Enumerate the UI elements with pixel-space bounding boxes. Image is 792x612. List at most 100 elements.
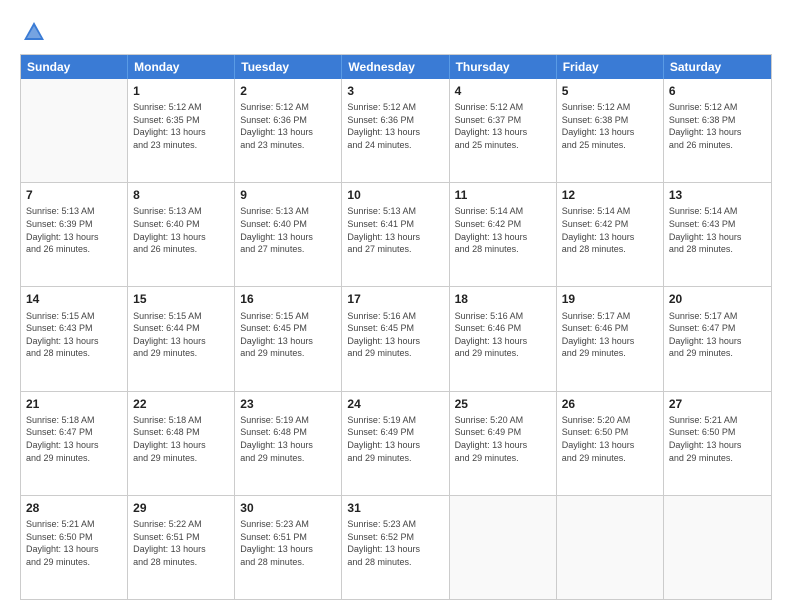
day-number: 9	[240, 187, 336, 203]
calendar-body: 1 Sunrise: 5:12 AM Sunset: 6:35 PM Daylig…	[21, 79, 771, 599]
calendar-row: 14 Sunrise: 5:15 AM Sunset: 6:43 PM Dayli…	[21, 287, 771, 391]
cell-info: Sunrise: 5:17 AM Sunset: 6:47 PM Dayligh…	[669, 310, 766, 360]
calendar-cell: 19Sunrise: 5:17 AM Sunset: 6:46 PM Dayli…	[557, 287, 664, 390]
header-cell-wednesday: Wednesday	[342, 55, 449, 79]
calendar-cell: 15 Sunrise: 5:15 AM Sunset: 6:44 PM Dayli…	[128, 287, 235, 390]
calendar-cell: 24 Sunrise: 5:19 AM Sunset: 6:49 PM Dayli…	[342, 392, 449, 495]
cell-info: Sunrise: 5:12 AM Sunset: 6:38 PM Dayligh…	[562, 101, 658, 151]
calendar-cell: 4 Sunrise: 5:12 AM Sunset: 6:37 PM Daylig…	[450, 79, 557, 182]
day-number: 16	[240, 291, 336, 307]
calendar-cell: 21 Sunrise: 5:18 AM Sunset: 6:47 PM Dayli…	[21, 392, 128, 495]
day-number: 29	[133, 500, 229, 516]
calendar-cell: 5 Sunrise: 5:12 AM Sunset: 6:38 PM Daylig…	[557, 79, 664, 182]
header-cell-saturday: Saturday	[664, 55, 771, 79]
day-number: 30	[240, 500, 336, 516]
calendar-header: SundayMondayTuesdayWednesdayThursdayFrid…	[21, 55, 771, 79]
cell-info: Sunrise: 5:21 AM Sunset: 6:50 PM Dayligh…	[669, 414, 766, 464]
calendar-cell: 12 Sunrise: 5:14 AM Sunset: 6:42 PM Dayli…	[557, 183, 664, 286]
calendar-cell: 3Sunrise: 5:12 AM Sunset: 6:36 PM Daylig…	[342, 79, 449, 182]
day-number: 4	[455, 83, 551, 99]
cell-info: Sunrise: 5:13 AM Sunset: 6:40 PM Dayligh…	[133, 205, 229, 255]
cell-info: Sunrise: 5:22 AM Sunset: 6:51 PM Dayligh…	[133, 518, 229, 568]
day-number: 20	[669, 291, 766, 307]
calendar-cell: 9 Sunrise: 5:13 AM Sunset: 6:40 PM Daylig…	[235, 183, 342, 286]
day-number: 13	[669, 187, 766, 203]
calendar-cell: 28 Sunrise: 5:21 AM Sunset: 6:50 PM Dayli…	[21, 496, 128, 599]
day-number: 25	[455, 396, 551, 412]
day-number: 14	[26, 291, 122, 307]
cell-info: Sunrise: 5:15 AM Sunset: 6:45 PM Dayligh…	[240, 310, 336, 360]
calendar-cell: 29 Sunrise: 5:22 AM Sunset: 6:51 PM Dayli…	[128, 496, 235, 599]
day-number: 26	[562, 396, 658, 412]
cell-info: Sunrise: 5:19 AM Sunset: 6:49 PM Dayligh…	[347, 414, 443, 464]
day-number: 24	[347, 396, 443, 412]
header-cell-monday: Monday	[128, 55, 235, 79]
calendar-cell: 22Sunrise: 5:18 AM Sunset: 6:48 PM Dayli…	[128, 392, 235, 495]
calendar-cell: 7Sunrise: 5:13 AM Sunset: 6:39 PM Daylig…	[21, 183, 128, 286]
day-number: 1	[133, 83, 229, 99]
cell-info: Sunrise: 5:15 AM Sunset: 6:44 PM Dayligh…	[133, 310, 229, 360]
calendar: SundayMondayTuesdayWednesdayThursdayFrid…	[20, 54, 772, 600]
cell-info: Sunrise: 5:14 AM Sunset: 6:43 PM Dayligh…	[669, 205, 766, 255]
calendar-cell: 11 Sunrise: 5:14 AM Sunset: 6:42 PM Dayli…	[450, 183, 557, 286]
cell-info: Sunrise: 5:18 AM Sunset: 6:48 PM Dayligh…	[133, 414, 229, 464]
calendar-cell: 27 Sunrise: 5:21 AM Sunset: 6:50 PM Dayli…	[664, 392, 771, 495]
cell-info: Sunrise: 5:23 AM Sunset: 6:52 PM Dayligh…	[347, 518, 443, 568]
calendar-cell: 16 Sunrise: 5:15 AM Sunset: 6:45 PM Dayli…	[235, 287, 342, 390]
cell-info: Sunrise: 5:23 AM Sunset: 6:51 PM Dayligh…	[240, 518, 336, 568]
calendar-row: 28 Sunrise: 5:21 AM Sunset: 6:50 PM Dayli…	[21, 496, 771, 599]
cell-info: Sunrise: 5:18 AM Sunset: 6:47 PM Dayligh…	[26, 414, 122, 464]
day-number: 21	[26, 396, 122, 412]
calendar-row: 1 Sunrise: 5:12 AM Sunset: 6:35 PM Daylig…	[21, 79, 771, 183]
day-number: 10	[347, 187, 443, 203]
cell-info: Sunrise: 5:17 AM Sunset: 6:46 PM Dayligh…	[562, 310, 658, 360]
day-number: 23	[240, 396, 336, 412]
cell-info: Sunrise: 5:21 AM Sunset: 6:50 PM Dayligh…	[26, 518, 122, 568]
header-cell-thursday: Thursday	[450, 55, 557, 79]
calendar-cell: 2Sunrise: 5:12 AM Sunset: 6:36 PM Daylig…	[235, 79, 342, 182]
page: SundayMondayTuesdayWednesdayThursdayFrid…	[0, 0, 792, 612]
logo-icon	[20, 18, 48, 46]
logo	[20, 18, 52, 46]
day-number: 28	[26, 500, 122, 516]
cell-info: Sunrise: 5:12 AM Sunset: 6:37 PM Dayligh…	[455, 101, 551, 151]
calendar-row: 21 Sunrise: 5:18 AM Sunset: 6:47 PM Dayli…	[21, 392, 771, 496]
calendar-cell: 10 Sunrise: 5:13 AM Sunset: 6:41 PM Dayli…	[342, 183, 449, 286]
calendar-cell: 1 Sunrise: 5:12 AM Sunset: 6:35 PM Daylig…	[128, 79, 235, 182]
day-number: 17	[347, 291, 443, 307]
cell-info: Sunrise: 5:13 AM Sunset: 6:39 PM Dayligh…	[26, 205, 122, 255]
header-cell-tuesday: Tuesday	[235, 55, 342, 79]
day-number: 27	[669, 396, 766, 412]
cell-info: Sunrise: 5:16 AM Sunset: 6:46 PM Dayligh…	[455, 310, 551, 360]
calendar-cell	[450, 496, 557, 599]
calendar-cell: 14 Sunrise: 5:15 AM Sunset: 6:43 PM Dayli…	[21, 287, 128, 390]
cell-info: Sunrise: 5:12 AM Sunset: 6:35 PM Dayligh…	[133, 101, 229, 151]
cell-info: Sunrise: 5:14 AM Sunset: 6:42 PM Dayligh…	[562, 205, 658, 255]
calendar-cell: 25 Sunrise: 5:20 AM Sunset: 6:49 PM Dayli…	[450, 392, 557, 495]
cell-info: Sunrise: 5:13 AM Sunset: 6:40 PM Dayligh…	[240, 205, 336, 255]
day-number: 31	[347, 500, 443, 516]
calendar-cell: 8 Sunrise: 5:13 AM Sunset: 6:40 PM Daylig…	[128, 183, 235, 286]
calendar-cell: 30 Sunrise: 5:23 AM Sunset: 6:51 PM Dayli…	[235, 496, 342, 599]
calendar-cell: 23 Sunrise: 5:19 AM Sunset: 6:48 PM Dayli…	[235, 392, 342, 495]
calendar-cell: 17 Sunrise: 5:16 AM Sunset: 6:45 PM Dayli…	[342, 287, 449, 390]
day-number: 8	[133, 187, 229, 203]
day-number: 15	[133, 291, 229, 307]
day-number: 11	[455, 187, 551, 203]
day-number: 6	[669, 83, 766, 99]
day-number: 3	[347, 83, 443, 99]
calendar-cell: 6Sunrise: 5:12 AM Sunset: 6:38 PM Daylig…	[664, 79, 771, 182]
cell-info: Sunrise: 5:20 AM Sunset: 6:50 PM Dayligh…	[562, 414, 658, 464]
cell-info: Sunrise: 5:19 AM Sunset: 6:48 PM Dayligh…	[240, 414, 336, 464]
cell-info: Sunrise: 5:20 AM Sunset: 6:49 PM Dayligh…	[455, 414, 551, 464]
calendar-cell: 20 Sunrise: 5:17 AM Sunset: 6:47 PM Dayli…	[664, 287, 771, 390]
cell-info: Sunrise: 5:16 AM Sunset: 6:45 PM Dayligh…	[347, 310, 443, 360]
day-number: 5	[562, 83, 658, 99]
cell-info: Sunrise: 5:13 AM Sunset: 6:41 PM Dayligh…	[347, 205, 443, 255]
day-number: 12	[562, 187, 658, 203]
cell-info: Sunrise: 5:14 AM Sunset: 6:42 PM Dayligh…	[455, 205, 551, 255]
calendar-cell: 26 Sunrise: 5:20 AM Sunset: 6:50 PM Dayli…	[557, 392, 664, 495]
calendar-row: 7Sunrise: 5:13 AM Sunset: 6:39 PM Daylig…	[21, 183, 771, 287]
cell-info: Sunrise: 5:15 AM Sunset: 6:43 PM Dayligh…	[26, 310, 122, 360]
day-number: 2	[240, 83, 336, 99]
